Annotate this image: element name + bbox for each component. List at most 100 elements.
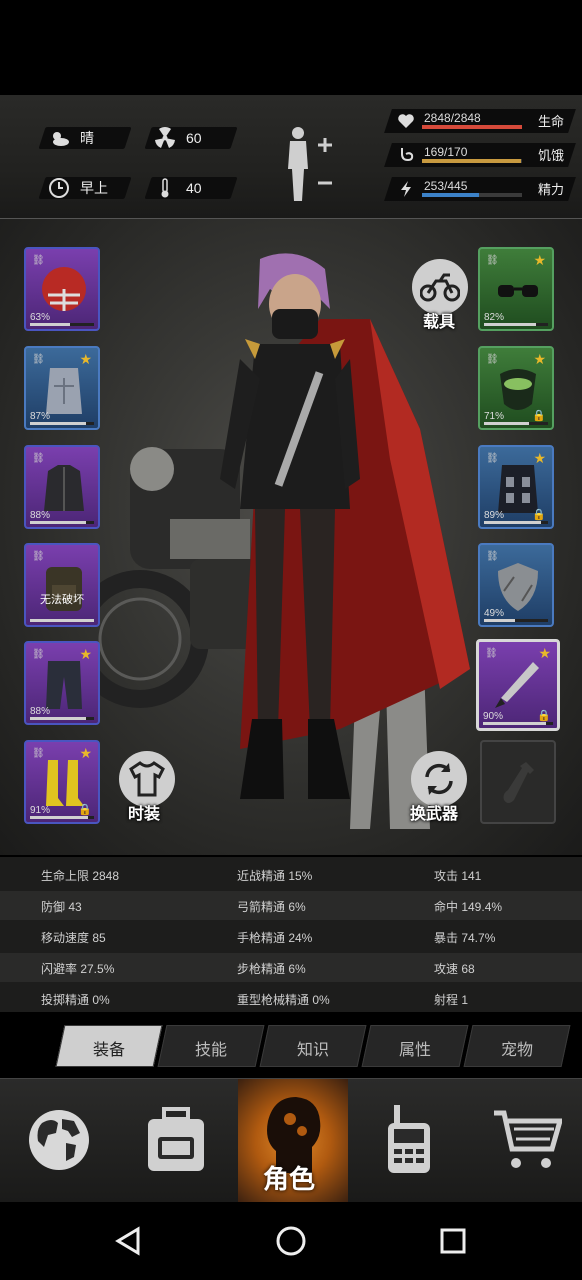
nav-character[interactable]: 角色 bbox=[238, 1079, 348, 1203]
character-illustration bbox=[220, 253, 360, 799]
clock-icon bbox=[49, 178, 69, 198]
weather-sun-cloud-icon bbox=[53, 132, 69, 146]
vehicle-button[interactable] bbox=[412, 259, 468, 315]
nav-backpack[interactable] bbox=[116, 1079, 238, 1203]
stat-cell: 重型枪械精通 0% bbox=[237, 993, 330, 1007]
swap-weapon-button[interactable] bbox=[411, 751, 467, 807]
stat-cell: 防御 43 bbox=[41, 900, 82, 914]
motorcycle-icon bbox=[420, 273, 460, 302]
stat-cell: 步枪精通 6% bbox=[237, 962, 306, 976]
boots-slot[interactable]: ⛓ ★ 91% 🔒 bbox=[24, 740, 100, 824]
backpack-slot[interactable]: ⛓ 无法破坏 bbox=[24, 543, 100, 627]
vehicle-label: 载具 bbox=[423, 314, 456, 331]
radiation-indicator: 60 bbox=[154, 127, 202, 149]
nav-radio[interactable] bbox=[348, 1079, 464, 1203]
jacket-slot[interactable]: ⛓ 88% bbox=[24, 445, 100, 529]
home-icon[interactable] bbox=[275, 1225, 307, 1257]
durability-percent: 90% bbox=[483, 711, 504, 722]
stat-cell: 投掷精通 0% bbox=[41, 993, 110, 1007]
durability-percent: 89% bbox=[484, 510, 505, 521]
time-value: 早上 bbox=[80, 180, 108, 196]
tab-2[interactable]: 知识 bbox=[264, 1036, 362, 1060]
vest-slot[interactable]: ⛓ ★ 89% 🔒 bbox=[478, 445, 554, 529]
shield-slot[interactable]: ⛓ 49% bbox=[478, 543, 554, 627]
nav-shop[interactable] bbox=[464, 1079, 582, 1203]
lock-icon: 🔒 bbox=[532, 410, 546, 422]
weather-value: 晴 bbox=[80, 130, 94, 146]
glasses-slot[interactable]: ⛓ ★ 82% bbox=[478, 247, 554, 331]
weapon-slot[interactable]: ⛓ ★ 90% 🔒 bbox=[476, 639, 560, 731]
stat-cell: 射程 1 bbox=[434, 993, 469, 1007]
durability-percent: 88% bbox=[30, 510, 51, 521]
tab-4[interactable]: 宠物 bbox=[468, 1036, 566, 1060]
durability-bar bbox=[483, 722, 553, 725]
stat-cell: 生命上限 2848 bbox=[41, 869, 120, 883]
durability-percent: 49% bbox=[484, 608, 505, 619]
jacket-icon bbox=[44, 465, 84, 511]
heart-pulse-icon bbox=[398, 114, 414, 128]
stats-row: 移动速度 85 手枪精通 24% 暴击 74.7% bbox=[0, 922, 582, 951]
durability-bar bbox=[30, 816, 94, 819]
system-navigation-bar bbox=[0, 1202, 582, 1280]
stomach-icon bbox=[401, 148, 414, 162]
stat-cell: 命中 149.4% bbox=[434, 900, 503, 914]
stats-row: 闪避率 27.5% 步枪精通 6% 攻速 68 bbox=[0, 953, 582, 982]
recents-icon[interactable] bbox=[439, 1227, 467, 1255]
temperature-value: 40 bbox=[186, 180, 202, 196]
durability-percent: 88% bbox=[30, 706, 51, 717]
world-map-icon bbox=[29, 1110, 89, 1170]
stat-cell: 弓箭精通 6% bbox=[237, 900, 306, 914]
durability-percent: 71% bbox=[484, 411, 505, 422]
body-slot[interactable]: ⛓ ★ 87% bbox=[24, 346, 100, 430]
durability-bar bbox=[30, 717, 94, 720]
shield-icon bbox=[498, 563, 538, 611]
durability-bar bbox=[30, 422, 94, 425]
tab-3[interactable]: 属性 bbox=[366, 1036, 464, 1060]
character-stats-table: 生命上限 2848 近战精通 15% 攻击 141 防御 43 弓箭精通 6% 命中 14… bbox=[0, 857, 582, 1012]
stat-cell: 攻速 68 bbox=[434, 962, 475, 976]
status-bar: 晴 60 早上 40 2848/2848 生命 169/170 饥饿 253/4… bbox=[0, 95, 582, 219]
helmet-slot[interactable]: ⛓ 63% bbox=[24, 247, 100, 331]
weather-indicator: 晴 bbox=[48, 127, 94, 149]
time-indicator: 早上 bbox=[48, 177, 108, 199]
tab-0[interactable]: 装备 bbox=[60, 1036, 158, 1060]
stat-cell: 攻击 141 bbox=[434, 869, 482, 883]
swap-weapon-label: 换武器 bbox=[410, 806, 459, 823]
durability-bar bbox=[30, 323, 94, 326]
stats-row: 生命上限 2848 近战精通 15% 攻击 141 bbox=[0, 860, 582, 889]
durability-percent: 82% bbox=[484, 312, 505, 323]
character-tabs: 装备 技能 知识 属性 宠物 bbox=[55, 1025, 574, 1067]
torso-icon bbox=[46, 368, 82, 414]
tab-1[interactable]: 技能 bbox=[162, 1036, 260, 1060]
mask-slot[interactable]: ⛓ ★ 71% 🔒 bbox=[478, 346, 554, 430]
durability-bar bbox=[484, 521, 548, 524]
nav-character-label: 角色 bbox=[263, 1164, 316, 1194]
stat-cell: 闪避率 27.5% bbox=[41, 962, 115, 976]
empty-item-slot[interactable] bbox=[480, 740, 556, 824]
lock-icon: 🔒 bbox=[537, 710, 551, 722]
thermometer-icon bbox=[161, 178, 169, 198]
tshirt-icon bbox=[129, 761, 165, 797]
durability-percent: 91% bbox=[30, 805, 51, 816]
durability-bar bbox=[30, 521, 94, 524]
vital-health: 2848/2848 生命 bbox=[384, 109, 576, 133]
machete-icon bbox=[495, 662, 539, 708]
nav-world-map[interactable] bbox=[0, 1079, 116, 1203]
back-icon[interactable] bbox=[114, 1226, 144, 1256]
durability-percent: 63% bbox=[30, 312, 51, 323]
figure-zoom-control[interactable] bbox=[280, 125, 336, 205]
outfit-button[interactable] bbox=[119, 751, 175, 807]
vital-hunger: 169/170 饥饿 bbox=[384, 143, 576, 167]
football-helmet-icon bbox=[42, 267, 86, 311]
stat-cell: 移动速度 85 bbox=[41, 931, 106, 945]
durability-bar bbox=[484, 422, 548, 425]
stat-cell: 手枪精通 24% bbox=[237, 931, 313, 945]
lock-icon: 🔒 bbox=[78, 804, 92, 816]
unbreakable-label: 无法破坏 bbox=[40, 594, 84, 606]
swap-arrows-icon bbox=[425, 763, 453, 795]
temperature-indicator: 40 bbox=[154, 177, 202, 199]
bottle-icon bbox=[503, 762, 534, 803]
pants-slot[interactable]: ⛓ ★ 88% bbox=[24, 641, 100, 725]
durability-bar bbox=[30, 619, 94, 622]
stats-row: 防御 43 弓箭精通 6% 命中 149.4% bbox=[0, 891, 582, 920]
